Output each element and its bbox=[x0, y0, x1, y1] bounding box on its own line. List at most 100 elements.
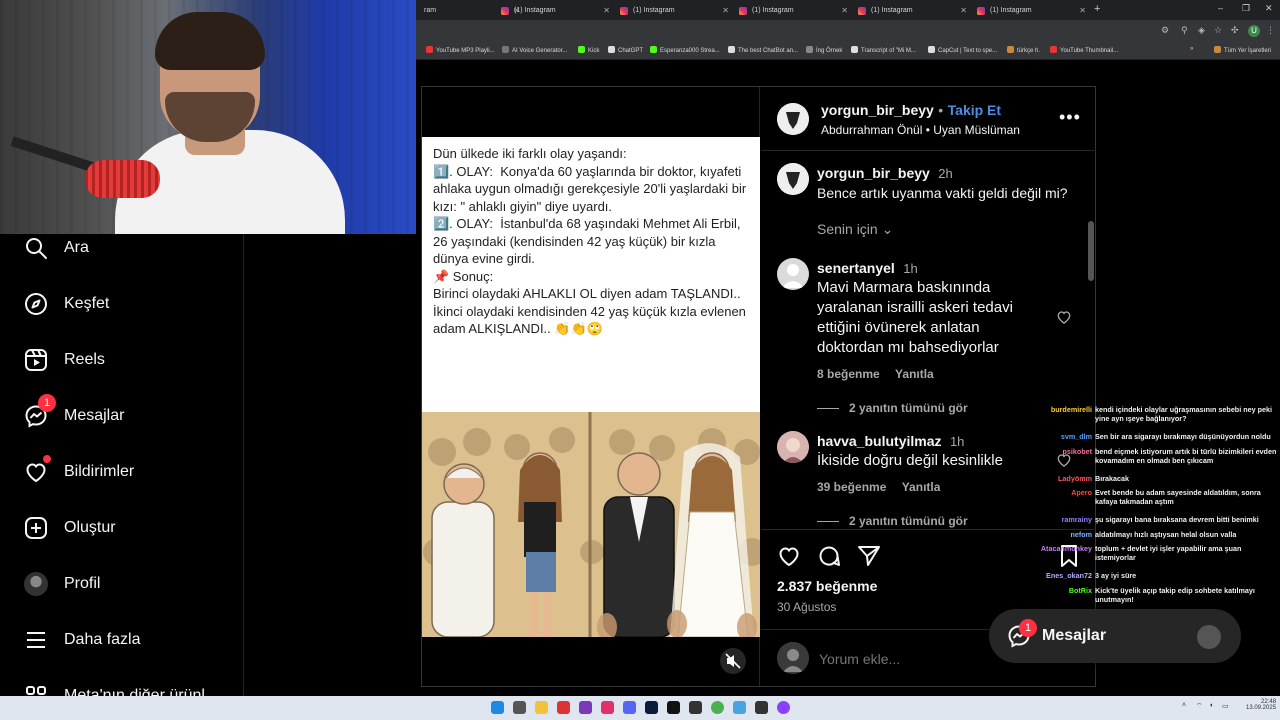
file-explorer-icon[interactable] bbox=[535, 701, 548, 714]
close-tab-icon[interactable]: ✕ bbox=[722, 6, 729, 15]
chrome-icon[interactable] bbox=[711, 701, 724, 714]
bookmark[interactable]: İng Örnek bbox=[806, 46, 842, 54]
bookmark[interactable]: CapCut | Text to spe... bbox=[928, 46, 997, 54]
bookmark[interactable]: AI Voice Generator... bbox=[502, 46, 567, 54]
nav-reels[interactable]: Reels bbox=[24, 346, 234, 378]
comment-like-count[interactable]: 39 beğenme bbox=[817, 480, 886, 494]
profile-avatar[interactable]: U bbox=[1248, 25, 1260, 37]
comment-icon[interactable] bbox=[817, 544, 841, 568]
close-tab-icon[interactable]: ✕ bbox=[960, 6, 967, 15]
bookmarks-bar: YouTube MP3 Playli... AI Voice Generator… bbox=[416, 42, 1280, 60]
comments-scrollbar[interactable] bbox=[1088, 221, 1094, 281]
comment-time: 1h bbox=[903, 261, 918, 276]
media-line: 📌 Sonuç: bbox=[433, 268, 494, 284]
app-icon[interactable] bbox=[689, 701, 702, 714]
network-icon[interactable]: ⌔ bbox=[1196, 702, 1203, 711]
tray-chevron-icon[interactable]: ˄ bbox=[1182, 702, 1186, 709]
nav-label: Keşfet bbox=[64, 295, 110, 312]
comment-like-count[interactable]: 8 beğenme bbox=[817, 367, 880, 381]
photoshop-icon[interactable] bbox=[645, 701, 658, 714]
more-bookmarks-icon[interactable]: » bbox=[1190, 46, 1193, 52]
browser-tab[interactable]: (1) Instagram ✕ bbox=[855, 2, 973, 20]
discord-icon[interactable] bbox=[623, 701, 636, 714]
post-subtitle[interactable]: Abdurrahman Önül • Uyan Müslüman bbox=[821, 123, 1020, 137]
reply-button[interactable]: Yanıtla bbox=[895, 367, 934, 381]
browser-tab[interactable]: (1) Instagram ✕ bbox=[736, 2, 854, 20]
all-bookmarks[interactable]: Tüm Yer İşaretleri bbox=[1214, 46, 1271, 54]
bookmark[interactable]: türkçe h. bbox=[1007, 46, 1040, 54]
search-icon[interactable]: ⚲ bbox=[1181, 25, 1188, 36]
star-icon[interactable]: ☆ bbox=[1214, 25, 1222, 36]
comment-username[interactable]: senertanyel bbox=[817, 260, 895, 276]
view-replies-button[interactable]: 2 yanıtın tümünü gör bbox=[817, 514, 968, 528]
nav-label: Daha fazla bbox=[64, 631, 141, 648]
new-tab-icon[interactable]: + bbox=[1094, 3, 1100, 15]
bookmark[interactable]: ChatGPT bbox=[608, 46, 643, 54]
comment-username[interactable]: havva_bulutyilmaz bbox=[817, 433, 942, 449]
app-icon[interactable] bbox=[777, 701, 790, 714]
more-options-icon[interactable]: ••• bbox=[1059, 107, 1081, 128]
messages-pill[interactable]: 1 Mesajlar bbox=[989, 609, 1241, 663]
bookmark[interactable]: YouTube Thumbnail... bbox=[1050, 46, 1118, 54]
chevron-down-icon: ⌄ bbox=[881, 221, 894, 237]
bookmark[interactable]: Esperanza000 Strea... bbox=[650, 46, 720, 54]
bookmark[interactable]: YouTube MP3 Playli... bbox=[426, 46, 495, 54]
instagram-icon bbox=[858, 7, 866, 15]
comment-sort-dropdown[interactable]: Senin için ⌄ bbox=[817, 221, 893, 238]
kebab-menu-icon[interactable]: ⋮ bbox=[1266, 25, 1275, 36]
bookmark[interactable]: Kick bbox=[578, 46, 599, 54]
author-username[interactable]: yorgun_bir_beyy bbox=[821, 102, 934, 118]
nav-profile[interactable]: Profil bbox=[24, 570, 234, 602]
restore-icon[interactable]: ❐ bbox=[1242, 3, 1250, 14]
author-avatar[interactable] bbox=[777, 163, 809, 195]
commenter-avatar[interactable] bbox=[777, 258, 809, 290]
mute-button[interactable] bbox=[720, 648, 746, 674]
chat-text: bend eiçmek istiyorum artık bi türlü biz… bbox=[1095, 447, 1277, 465]
nav-search[interactable]: Ara bbox=[24, 234, 234, 266]
app-icon[interactable] bbox=[579, 701, 592, 714]
app-icon[interactable] bbox=[733, 701, 746, 714]
volume-icon[interactable]: ◖ bbox=[1209, 702, 1213, 709]
bookmark[interactable]: The best ChatBot an... bbox=[728, 46, 798, 54]
nav-explore[interactable]: Keşfet bbox=[24, 290, 234, 322]
view-replies-button[interactable]: 2 yanıtın tümünü gör bbox=[817, 401, 968, 415]
app-icon[interactable] bbox=[755, 701, 768, 714]
browser-tab[interactable]: (1) Instagram ✕ bbox=[617, 2, 735, 20]
clock[interactable]: 22:48 13.09.2025 bbox=[1246, 699, 1276, 711]
author-avatar[interactable] bbox=[777, 103, 809, 135]
chat-username: Enes_okan72 bbox=[1046, 571, 1092, 580]
windows-start-icon[interactable] bbox=[491, 701, 504, 714]
close-tab-icon[interactable]: ✕ bbox=[841, 6, 848, 15]
post-dialog: Dün ülkede iki farklı olay yaşandı: 1️⃣.… bbox=[421, 86, 1096, 687]
battery-icon[interactable]: ▭ bbox=[1222, 702, 1229, 710]
browser-tab[interactable]: (1) Instagram ✕ bbox=[498, 2, 616, 20]
nav-more[interactable]: Daha fazla bbox=[24, 626, 234, 658]
like-comment-icon[interactable] bbox=[1056, 309, 1072, 325]
app-icon[interactable] bbox=[601, 701, 614, 714]
nav-messages[interactable]: 1 Mesajlar bbox=[24, 394, 234, 434]
task-view-icon[interactable] bbox=[513, 701, 526, 714]
tune-icon[interactable]: ⚙ bbox=[1161, 25, 1169, 36]
post-media[interactable]: Dün ülkede iki farklı olay yaşandı: 1️⃣.… bbox=[422, 87, 760, 686]
nav-notifications[interactable]: Bildirimler bbox=[24, 455, 234, 490]
nav-create[interactable]: Oluştur bbox=[24, 514, 234, 546]
close-window-icon[interactable]: ✕ bbox=[1265, 3, 1273, 14]
like-icon[interactable] bbox=[777, 544, 801, 568]
app-icon[interactable] bbox=[557, 701, 570, 714]
caption-username[interactable]: yorgun_bir_beyy bbox=[817, 165, 930, 181]
browser-tab[interactable]: (1) Instagram ✕ bbox=[974, 2, 1092, 20]
commenter-avatar[interactable] bbox=[777, 431, 809, 463]
extensions-puzzle-icon[interactable]: ✣ bbox=[1231, 25, 1239, 36]
follow-button[interactable]: Takip Et bbox=[948, 102, 1001, 118]
share-icon[interactable] bbox=[857, 544, 881, 568]
minimize-icon[interactable]: – bbox=[1218, 3, 1223, 13]
bookmark[interactable]: Transcript of "Mi M... bbox=[851, 46, 916, 54]
reply-button[interactable]: Yanıtla bbox=[902, 480, 941, 494]
close-tab-icon[interactable]: ✕ bbox=[603, 6, 610, 15]
caption-time: 2h bbox=[938, 166, 953, 181]
like-count[interactable]: 2.837 beğenme bbox=[777, 578, 877, 594]
stream-chat-overlay: burdemirelli kendi içindeki olaylar uğraş… bbox=[1028, 402, 1280, 632]
close-tab-icon[interactable]: ✕ bbox=[1079, 6, 1086, 15]
tiktok-icon[interactable] bbox=[667, 701, 680, 714]
extension-icon[interactable]: ◈ bbox=[1198, 25, 1205, 36]
